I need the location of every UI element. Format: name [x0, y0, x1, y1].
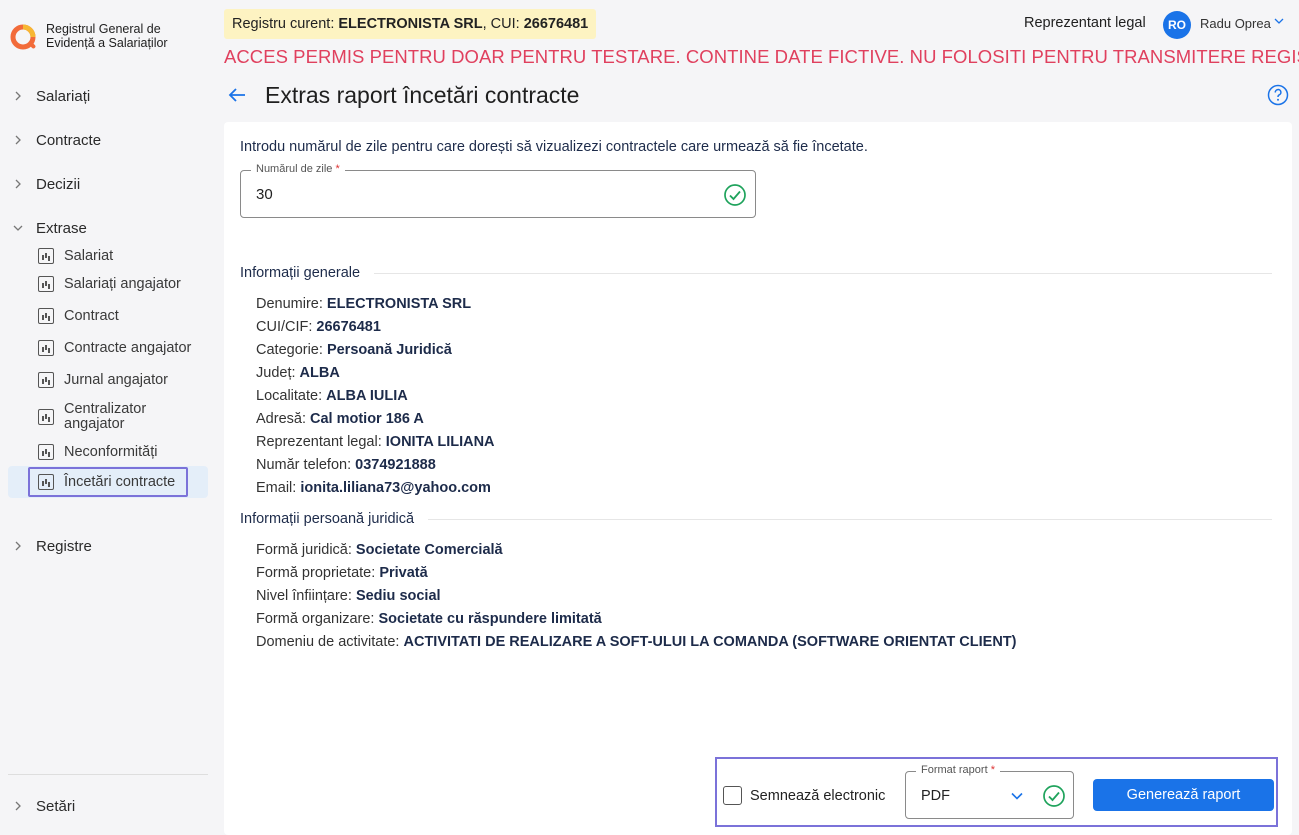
legal-info-list: Formă juridică: Societate Comercială For… [256, 539, 1016, 654]
sidebar-item-extrase[interactable]: Extrase [8, 212, 208, 244]
sidebar-divider [8, 774, 208, 775]
chevron-right-icon [8, 541, 28, 551]
help-icon[interactable] [1267, 84, 1289, 106]
sign-electronic-checkbox[interactable] [723, 786, 742, 805]
sidebar-subitem-salariati-angajator[interactable]: Salariați angajator [8, 268, 208, 300]
sidebar-item-salariati[interactable]: Salariați [8, 80, 208, 112]
info-row: Adresă: Cal motior 186 A [256, 411, 424, 427]
logo-icon [10, 24, 36, 50]
report-icon [38, 276, 54, 292]
report-actions-bar: Semnează electronic Format raport * PDF … [715, 757, 1278, 827]
sidebar-subitem-incetari-contracte[interactable]: Încetări contracte [8, 466, 208, 498]
info-row: Formă organizare: Societate cu răspunder… [256, 611, 602, 627]
sidebar-subitem-neconformitati[interactable]: Neconformități [8, 438, 208, 466]
sidebar-item-registre[interactable]: Registre [8, 530, 208, 562]
days-input-label: Numărul de zile * [251, 163, 345, 175]
sidebar-subitem-jurnal-angajator[interactable]: Jurnal angajator [8, 364, 208, 396]
info-row: Denumire: ELECTRONISTA SRL [256, 296, 472, 312]
info-row: Email: ionita.liliana73@yahoo.com [256, 480, 491, 496]
info-row: Formă proprietate: Privată [256, 565, 428, 581]
chevron-down-icon[interactable] [1010, 789, 1024, 803]
info-row: Număr telefon: 0374921888 [256, 457, 436, 473]
chevron-right-icon [8, 135, 28, 145]
report-icon [38, 444, 54, 460]
section-legal-info: Informații persoană juridică [240, 511, 1272, 527]
report-icon [38, 308, 54, 324]
section-general-info: Informații generale [240, 265, 1272, 281]
info-row: Domeniu de activitate: ACTIVITATI DE REA… [256, 634, 1017, 650]
info-row: CUI/CIF: 26676481 [256, 319, 381, 335]
user-role: Reprezentant legal [1024, 15, 1146, 31]
page-title: Extras raport încetări contracte [265, 82, 580, 108]
format-select-label: Format raport * [916, 764, 1000, 776]
format-select-value: PDF [921, 788, 950, 804]
main-panel: Introdu numărul de zile pentru care dore… [224, 122, 1292, 835]
days-input[interactable]: Numărul de zile * 30 [240, 163, 756, 218]
sidebar-subitem-centralizator-angajator[interactable]: Centralizator angajator [8, 396, 208, 438]
format-select[interactable]: Format raport * PDF [905, 764, 1074, 819]
check-circle-icon [1043, 785, 1065, 807]
sign-electronic-label[interactable]: Semnează electronic [750, 788, 885, 804]
info-row: Categorie: Persoană Juridică [256, 342, 452, 358]
app-logo[interactable]: Registrul General de Evidență a Salariaț… [10, 22, 186, 52]
info-row: Reprezentant legal: IONITA LILIANA [256, 434, 495, 450]
chevron-down-icon[interactable] [1274, 16, 1284, 26]
report-icon [38, 409, 54, 425]
days-input-value[interactable]: 30 [256, 186, 273, 203]
test-warning-banner: ACCES PERMIS PENTRU DOAR PENTRU TESTARE.… [224, 46, 1299, 67]
generate-report-button[interactable]: Generează raport [1093, 779, 1274, 811]
sidebar-subitem-salariat[interactable]: Salariat [8, 244, 208, 268]
check-circle-icon [724, 184, 746, 206]
report-icon [38, 474, 54, 490]
report-icon [38, 248, 54, 264]
general-info-list: Denumire: ELECTRONISTA SRL CUI/CIF: 2667… [256, 293, 495, 500]
sidebar-subitem-contract[interactable]: Contract [8, 300, 208, 332]
chevron-right-icon [8, 91, 28, 101]
sidebar-item-decizii[interactable]: Decizii [8, 168, 208, 200]
info-row: Localitate: ALBA IULIA [256, 388, 408, 404]
report-icon [38, 372, 54, 388]
app-title: Registrul General de Evidență a Salariaț… [46, 22, 168, 50]
chevron-down-icon [8, 223, 28, 233]
back-arrow-icon[interactable] [226, 84, 248, 106]
user-name[interactable]: Radu Oprea [1200, 16, 1271, 31]
sidebar: Registrul General de Evidență a Salariaț… [0, 0, 222, 835]
chevron-right-icon [8, 179, 28, 189]
current-registry-badge: Registru curent: ELECTRONISTA SRL , CUI:… [224, 9, 597, 39]
avatar[interactable]: RO [1163, 11, 1191, 39]
info-row: Județ: ALBA [256, 365, 340, 381]
chevron-right-icon [8, 801, 28, 811]
intro-text: Introdu numărul de zile pentru care dore… [240, 139, 868, 155]
report-icon [38, 340, 54, 356]
sidebar-nav: Salariați Contracte Decizii Extrase Sala… [8, 80, 208, 562]
info-row: Nivel înființare: Sediu social [256, 588, 441, 604]
sidebar-item-contracte[interactable]: Contracte [8, 124, 208, 156]
sidebar-item-setari[interactable]: Setări [8, 790, 75, 822]
sidebar-subitem-contracte-angajator[interactable]: Contracte angajator [8, 332, 208, 364]
info-row: Formă juridică: Societate Comercială [256, 542, 503, 558]
